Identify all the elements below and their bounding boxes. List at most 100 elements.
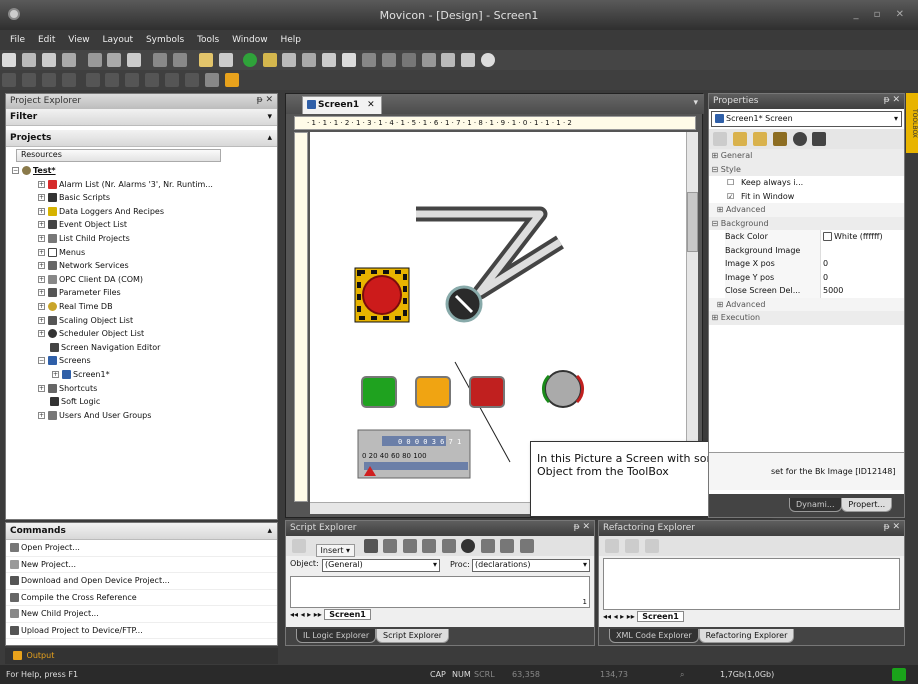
- layout-icon[interactable]: [422, 539, 437, 553]
- command-download-device-project[interactable]: Download and Open Device Project...: [6, 573, 277, 590]
- space-icon[interactable]: [125, 73, 140, 87]
- toolbox-side-tab[interactable]: TOOLBOX: [906, 93, 918, 153]
- property-subgroup-advanced[interactable]: ⊞ Advanced: [709, 203, 904, 217]
- command-new-child-project[interactable]: New Child Project...: [6, 606, 277, 623]
- property-group-execution[interactable]: ⊞ Execution: [709, 311, 904, 325]
- paste-icon[interactable]: [127, 53, 142, 67]
- filter-icon[interactable]: [812, 132, 827, 146]
- tree-item-parameter-files[interactable]: + Parameter Files: [12, 286, 277, 300]
- property-subgroup-advanced[interactable]: ⊞ Advanced: [709, 297, 904, 311]
- list-icon[interactable]: [402, 539, 417, 553]
- refactor-icon[interactable]: [605, 539, 619, 553]
- help-icon[interactable]: [481, 53, 496, 67]
- green-button[interactable]: [361, 376, 397, 408]
- clipboard-icon[interactable]: [218, 53, 233, 67]
- property-fit-in-window[interactable]: ☑ Fit in Window: [709, 190, 904, 204]
- font-icon[interactable]: [441, 539, 456, 553]
- center-icon[interactable]: [145, 73, 160, 87]
- browse-icon[interactable]: [421, 53, 436, 67]
- rotary-gauge[interactable]: [542, 370, 584, 408]
- tree-item-real-time-db[interactable]: + Real Time DB: [12, 300, 277, 314]
- command-compile-cross-reference[interactable]: Compile the Cross Reference: [6, 590, 277, 606]
- build-icon[interactable]: [282, 53, 297, 67]
- property-value[interactable]: 5000: [823, 284, 843, 298]
- property-image-x-pos[interactable]: Image X pos 0: [709, 257, 904, 271]
- pointer-icon[interactable]: [322, 53, 337, 67]
- command-upload-project[interactable]: Upload Project to Device/FTP...: [6, 623, 277, 639]
- same-height-icon[interactable]: [105, 73, 120, 87]
- tab-xml-code-explorer[interactable]: XML Code Explorer: [609, 629, 699, 643]
- close-icon[interactable]: [644, 539, 659, 553]
- view-icon[interactable]: [624, 539, 639, 553]
- property-close-screen-delay[interactable]: Close Screen Del... 5000: [709, 284, 904, 298]
- chevron-up-icon[interactable]: ▴: [267, 133, 272, 143]
- panel-close-icon[interactable]: ᵽ ✕: [257, 95, 273, 105]
- tree-item-scaling-object-list[interactable]: + Scaling Object List: [12, 314, 277, 328]
- check-icon[interactable]: [713, 132, 727, 146]
- property-group-style[interactable]: ⊟ Style: [709, 162, 904, 176]
- selector-knob[interactable]: [445, 285, 483, 323]
- tree-item-shortcuts[interactable]: + Shortcuts: [12, 382, 277, 396]
- tree-item-data-loggers[interactable]: + Data Loggers And Recipes: [12, 205, 277, 219]
- tree-item-alarm-list[interactable]: + Alarm List (Nr. Alarms '3', Nr. Runtim.…: [12, 178, 277, 192]
- connect-icon[interactable]: [302, 53, 317, 67]
- zoom-icon[interactable]: [441, 53, 456, 67]
- menu-view[interactable]: View: [68, 35, 89, 45]
- copy-icon[interactable]: [107, 53, 122, 67]
- chevron-down-icon[interactable]: ▾: [267, 112, 272, 122]
- sheet-tab-screen1[interactable]: Screen1: [324, 609, 371, 620]
- settings-icon[interactable]: [262, 53, 277, 67]
- order-icon[interactable]: [165, 73, 179, 87]
- tree-item-screen1[interactable]: + Screen1*: [12, 368, 277, 382]
- run-icon[interactable]: [242, 53, 257, 67]
- align-left-icon[interactable]: [2, 73, 16, 87]
- pipe-graphic[interactable]: [416, 206, 564, 300]
- tools-icon[interactable]: [381, 53, 396, 67]
- checkbox-unchecked[interactable]: ☐: [727, 176, 734, 190]
- new-icon[interactable]: [2, 53, 16, 67]
- menu-tools[interactable]: Tools: [197, 35, 219, 45]
- command-open-project[interactable]: Open Project...: [6, 540, 277, 557]
- output-tab[interactable]: Output: [5, 648, 278, 664]
- grid-icon[interactable]: [342, 53, 356, 67]
- menu-layout[interactable]: Layout: [102, 35, 133, 45]
- find-icon[interactable]: [198, 53, 213, 67]
- tools-icon[interactable]: [383, 539, 398, 553]
- redo-icon[interactable]: [173, 53, 187, 67]
- print-icon[interactable]: [61, 53, 76, 67]
- help-icon[interactable]: [792, 132, 807, 146]
- save-icon[interactable]: [41, 53, 56, 67]
- sheet-nav-icons[interactable]: ◂◂ ◂ ▸ ▸▸: [290, 610, 324, 619]
- resources-column-header[interactable]: Resources: [16, 149, 221, 162]
- sheet-nav-icons[interactable]: ◂◂ ◂ ▸ ▸▸: [603, 612, 637, 621]
- tree-item-scheduler-object-list[interactable]: + Scheduler Object List: [12, 327, 277, 341]
- run-icon[interactable]: [363, 539, 378, 553]
- tab-dropdown-icon[interactable]: ▾: [693, 98, 698, 108]
- property-keep-always[interactable]: ☐ Keep always i...: [709, 176, 904, 190]
- categorized-icon[interactable]: [732, 132, 747, 146]
- same-width-icon[interactable]: [85, 73, 100, 87]
- tree-item-basic-scripts[interactable]: + Basic Scripts: [12, 191, 277, 205]
- orange-button[interactable]: [415, 376, 451, 408]
- window-controls[interactable]: _ ▫ ✕: [853, 9, 910, 20]
- commands-header[interactable]: Commands ▴: [6, 523, 277, 540]
- red-button[interactable]: [469, 376, 505, 408]
- bookmark-icon[interactable]: [480, 539, 495, 553]
- page-icon[interactable]: [772, 132, 787, 146]
- alphabetical-icon[interactable]: [752, 132, 767, 146]
- property-background-image[interactable]: Background Image: [709, 243, 904, 257]
- tree-item-screens[interactable]: − Screens: [12, 354, 277, 368]
- align-right-icon[interactable]: [41, 73, 56, 87]
- panel-close-icon[interactable]: ᵽ ✕: [884, 522, 900, 532]
- tab-dynamic[interactable]: Dynami...: [789, 498, 842, 512]
- property-back-color[interactable]: Back Color White (ffffff): [709, 230, 904, 244]
- script-editor[interactable]: 1: [290, 576, 590, 608]
- tree-item-menus[interactable]: + Menus: [12, 246, 277, 260]
- projects-section[interactable]: Projects ▴: [6, 130, 277, 147]
- delete-icon[interactable]: [519, 539, 534, 553]
- cut-icon[interactable]: [87, 53, 102, 67]
- filter-section[interactable]: Filter ▾: [6, 109, 277, 126]
- panel-close-icon[interactable]: ᵽ ✕: [574, 522, 590, 532]
- checkbox-checked[interactable]: ☑: [727, 190, 734, 204]
- document-tab-screen1[interactable]: Screen1 ✕: [302, 96, 382, 114]
